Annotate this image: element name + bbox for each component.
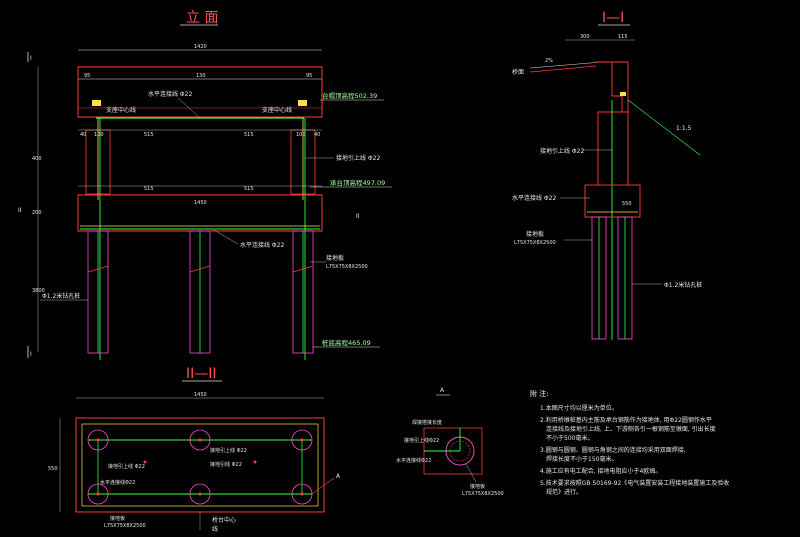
section-i-title: I—I: [602, 10, 624, 26]
detail-a-riser-label: 接地引上线Φ22: [404, 437, 439, 444]
cap-top-elevation-label: 台帽顶高程502.39: [322, 91, 377, 100]
marker-ii-right: II: [356, 213, 360, 220]
dim-100b: 100: [296, 132, 306, 138]
ground-plate-spec: L75X75X8X2500: [326, 264, 368, 270]
section-i-view: I—I 300 115 2% 桥面 1:1.5 接地引上线 Φ22 550 水平…: [512, 10, 702, 340]
detail-a-plate-label: 接地板: [470, 483, 485, 490]
drawing-svg: 立 面 1420 95 95 130 支座中心线 支座中心线 水平连接线 Φ22…: [18, 10, 729, 533]
dim-40a: 40: [80, 132, 86, 138]
plan-detail-leader: [311, 477, 335, 495]
plan-ground-riser-label: 接地引上线 Φ22: [108, 463, 145, 470]
detail-a-horizontal-label: 水平连接线Φ22: [396, 457, 431, 464]
plan-abut-center-line: 线: [212, 525, 218, 533]
support-pad-section: [620, 92, 626, 96]
dim-515a: 515: [144, 132, 154, 138]
support-pad-right: [298, 100, 307, 106]
dim-vert-height: 400: [32, 156, 42, 162]
horizontal-bar-label-2: 水平连接线 Φ22: [240, 241, 284, 249]
plan-marker-a: A: [336, 473, 341, 480]
note-line-1: 1.本图尺寸均以厘米为单位。: [540, 404, 618, 412]
dim-515c: 515: [144, 186, 154, 192]
plan-dim-height: 550: [48, 466, 58, 472]
horizontal-bar-label-top: 水平连接线 Φ22: [148, 90, 192, 98]
road-surface: [529, 61, 603, 69]
support-center-left-label: 支座中心线: [106, 106, 136, 114]
section-i-riser-label: 接地引上线 Φ22: [540, 147, 584, 155]
marker-ii-left: II: [18, 207, 22, 214]
plan-connect-label: 接地引线 Φ22: [210, 461, 242, 468]
dim-515b: 515: [244, 132, 254, 138]
plan-pile-5-dot: [198, 492, 202, 496]
dim-left-text: 95: [84, 73, 90, 79]
detail-a-plate-leader: [465, 463, 477, 483]
dim-total-text: 1420: [194, 44, 207, 50]
abutment-wall-front: [596, 61, 623, 185]
plan-abut-center-label: 桥台中心: [212, 516, 236, 524]
section-i-pile-label: Φ1.2米钻孔桩: [664, 281, 702, 289]
slope-ratio: 1:1.5: [676, 125, 692, 132]
dim-right-text: 95: [306, 73, 312, 79]
dim-cap-text: 1450: [194, 200, 207, 206]
note-line-3: 连接线及接地引上线, 上、下游侧各引一根钢筋至墩面, 引出长度: [546, 425, 716, 433]
cad-drawing-canvas: 立 面 1420 95 95 130 支座中心线 支座中心线 水平连接线 Φ22…: [0, 0, 800, 537]
section-i-dim-550: 550: [622, 201, 632, 207]
marker-i-bottom: I: [30, 351, 32, 358]
note-line-7: 4.施工应有电工配合, 接地电阻应小于4欧姆。: [540, 467, 661, 475]
piles-elevation: [87, 230, 314, 354]
note-line-5: 3.圆钢与圆钢、圆钢与角钢之间的连接均采用双面焊接,: [540, 446, 686, 454]
dim-515d: 515: [244, 186, 254, 192]
ground-plate-label: 接地板: [326, 254, 344, 262]
section-i-plate-label: 接地板: [526, 230, 544, 238]
marker-i-top: I: [30, 55, 32, 62]
detail-a-title: A: [440, 387, 445, 394]
plan-pile-3-dot: [300, 438, 304, 442]
plan-pile-4-dot: [96, 492, 100, 496]
plan-pile-6-dot: [300, 492, 304, 496]
pile-bottom-label: 桩底高程465.09: [322, 338, 371, 347]
plan-plate-label: 接地板: [110, 515, 125, 522]
elevation-view: 立 面 1420 95 95 130 支座中心线 支座中心线 水平连接线 Φ22…: [18, 10, 392, 360]
plan-title: II—II: [186, 366, 217, 382]
dim-130-text: 130: [196, 73, 206, 79]
footing-top-elevation-label: 承台顶高程497.09: [330, 178, 385, 187]
detail-a-view: A 焊接搭接长度 接地引上线Φ22 水平连接线Φ22 接地板 L75X75X8X…: [396, 387, 504, 497]
note-line-8: 5.技术要求按照GB 50169-92《电气装置安装工程接地装置施工及验收: [540, 479, 729, 487]
slope-label: 2%: [545, 58, 553, 64]
support-pad-left: [92, 100, 101, 106]
note-line-2: 2.利用桥墩桩基内主筋及承台钢筋作为接地体, 用Φ22圆钢作水平: [540, 416, 712, 424]
plan-pile-1-dot: [96, 438, 100, 442]
leader-horizontal-2: [213, 229, 239, 245]
road-label: 桥面: [512, 68, 524, 76]
detail-a-plate-spec: L75X75X8X2500: [462, 491, 504, 497]
note-line-6: 焊接长度不小于150毫米。: [546, 455, 617, 463]
note-line-4: 不小于500毫米。: [546, 434, 593, 442]
section-i-dim-115: 115: [618, 34, 628, 40]
notes-heading: 附 注:: [530, 389, 549, 398]
plan-riser-dot-2: [253, 460, 257, 464]
elevation-title: 立 面: [186, 10, 218, 26]
plan-pile-2-dot: [198, 438, 202, 442]
section-i-horizontal-label: 水平连接线 Φ22: [512, 194, 556, 202]
notes-block: 附 注: 1.本图尺寸均以厘米为单位。 2.利用桥墩桩基内主筋及承台钢筋作为接地…: [530, 389, 729, 496]
section-i-plate-spec: L75X75X8X2500: [514, 240, 556, 246]
dim-vert-cap: 200: [32, 210, 42, 216]
plan-horizontal-label: 水平连接线Φ22: [100, 479, 135, 486]
pile-label: Φ1.2米钻孔桩: [42, 292, 80, 300]
note-line-9: 规范》进行。: [546, 488, 582, 496]
detail-a-weld-label: 焊接搭接长度: [412, 419, 442, 426]
dim-40b: 40: [314, 132, 320, 138]
riser-label: 接地引上线 Φ22: [336, 154, 380, 162]
abutment-cap-section: [612, 61, 629, 113]
plan-riser-label: 接地引上线 Φ22: [210, 447, 247, 454]
support-center-right-label: 支座中心线: [262, 106, 292, 114]
plan-ii-view: II—II 1450 550 接地引上线 Φ22 接地引线 Φ22 接地引上线 …: [48, 366, 341, 533]
dim-100a: 100: [94, 132, 104, 138]
plan-plate-spec: L75X75X8X2500: [104, 523, 146, 529]
plan-dim-width: 1450: [194, 392, 207, 398]
section-i-dim-300: 300: [580, 34, 590, 40]
